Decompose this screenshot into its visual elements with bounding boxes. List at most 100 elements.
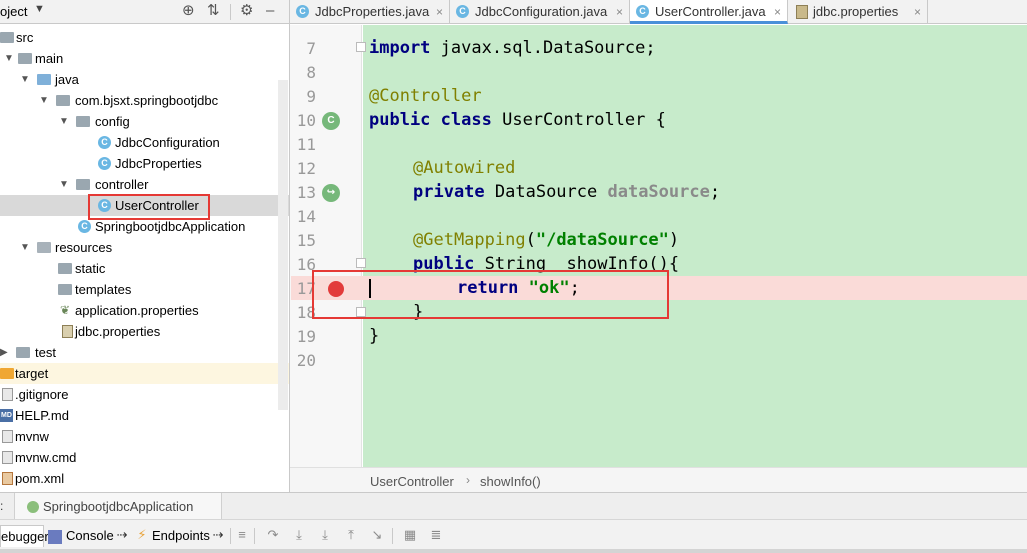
tree-item-usercontroller[interactable]: C UserController — [0, 195, 289, 216]
tree-item-target[interactable]: target — [0, 363, 289, 384]
line-number: 19 — [296, 327, 316, 346]
tree-item-main[interactable]: ▼ main — [0, 48, 289, 69]
autowired-bean-icon[interactable]: ↪ — [322, 184, 340, 202]
tree-item-label: src — [16, 30, 34, 45]
breadcrumb-class[interactable]: UserController — [370, 474, 454, 489]
line-number: 16 — [296, 255, 316, 274]
code-line: private DataSource dataSource; — [413, 180, 720, 204]
class-icon: C — [296, 5, 309, 18]
close-icon[interactable]: × — [436, 0, 443, 24]
code-token: String showInfo(){ — [474, 254, 680, 274]
menu-icon[interactable]: ≡ — [234, 526, 250, 544]
tree-item-label: pom.xml — [15, 471, 65, 486]
code-token: private — [413, 182, 485, 202]
chevron-down-icon[interactable]: ▼ — [59, 111, 69, 132]
tree-item-static[interactable]: static — [0, 258, 289, 279]
tree-item-label: resources — [55, 240, 113, 255]
step-into-icon[interactable]: ⤓ — [291, 526, 307, 544]
tree-item-mvnw[interactable]: mvnw — [0, 426, 289, 447]
tree-item-jdbcconfiguration[interactable]: C JdbcConfiguration — [0, 132, 289, 153]
fold-marker-icon[interactable] — [356, 258, 366, 268]
code-token: dataSource — [607, 182, 710, 202]
pin-arrow-icon[interactable]: ⇢ — [210, 526, 226, 544]
project-panel: oject ▼ ⊕ ⇅ ⚙ – src ▼ main ▼ java ▼ com.… — [0, 0, 290, 492]
chevron-down-icon[interactable]: ▼ — [4, 48, 14, 69]
step-out-icon[interactable]: ⤒ — [343, 526, 359, 544]
run-to-cursor-icon[interactable]: ↘ — [369, 526, 385, 544]
tree-item-mvnw-cmd[interactable]: mvnw.cmd — [0, 447, 289, 468]
tree-item-jdbc-properties[interactable]: jdbc.properties — [0, 321, 289, 342]
close-icon[interactable]: × — [914, 0, 921, 24]
tree-item-help-md[interactable]: MD HELP.md — [0, 405, 289, 426]
breakpoint-icon[interactable] — [328, 281, 344, 297]
close-icon[interactable]: × — [774, 0, 781, 24]
tab-debugger[interactable]: ebugger — [0, 525, 49, 547]
tree-item-label: JdbcProperties — [115, 156, 202, 171]
folder-icon — [16, 347, 30, 358]
code-token: return — [457, 278, 519, 298]
chevron-down-icon[interactable]: ▼ — [20, 237, 30, 258]
tree-item-pom-xml[interactable]: pom.xml — [0, 468, 289, 489]
trace-icon[interactable]: ≣ — [428, 526, 444, 544]
tab-jdbc-properties[interactable]: jdbc.properties × — [788, 0, 928, 24]
tree-item-label: java — [55, 72, 79, 87]
tree-item-label: JdbcConfiguration — [115, 135, 220, 150]
code-token: @Autowired — [413, 158, 516, 178]
folder-icon — [58, 284, 72, 295]
code-token: ) — [668, 230, 680, 250]
code-token: UserController { — [491, 110, 666, 130]
force-step-into-icon[interactable]: ⤓ — [317, 526, 333, 544]
tab-console[interactable]: Console — [66, 525, 114, 547]
step-over-icon[interactable]: ↷ — [265, 526, 281, 544]
evaluate-expression-icon[interactable]: ▦ — [402, 526, 418, 544]
spring-bean-icon[interactable]: C — [322, 112, 340, 130]
tree-item-gitignore[interactable]: .gitignore — [0, 384, 289, 405]
code-token: javax.sql.DataSource; — [430, 38, 656, 58]
tree-item-label: mvnw.cmd — [15, 450, 77, 465]
tree-item-resources[interactable]: ▼ resources — [0, 237, 289, 258]
code-token: } — [369, 326, 380, 346]
collapse-all-icon[interactable]: ⇅ — [207, 2, 220, 20]
tree-item-label: target — [15, 366, 49, 381]
tree-item-src[interactable]: src — [0, 27, 289, 48]
gear-icon[interactable]: ⚙ — [240, 2, 253, 20]
tab-usercontroller-java[interactable]: C UserController.java × — [630, 0, 788, 24]
chevron-down-icon[interactable]: ▼ — [34, 3, 45, 15]
crosshair-icon[interactable]: ⊕ — [182, 2, 195, 20]
project-panel-title[interactable]: oject — [0, 4, 27, 19]
package-icon — [56, 95, 70, 106]
minimize-icon[interactable]: – — [266, 2, 274, 20]
tree-item-controller[interactable]: ▼ controller — [0, 174, 289, 195]
close-icon[interactable]: × — [616, 0, 623, 24]
project-scrollbar[interactable] — [278, 80, 288, 410]
line-number: 13 — [296, 183, 316, 202]
chevron-right-icon[interactable]: ▶ — [0, 342, 10, 363]
tree-item-package[interactable]: ▼ com.bjsxt.springbootjdbc — [0, 90, 289, 111]
fold-marker-icon[interactable] — [356, 307, 366, 317]
properties-file-icon — [62, 325, 73, 338]
fold-marker-icon[interactable] — [356, 42, 366, 52]
tree-item-config[interactable]: ▼ config — [0, 111, 289, 132]
chevron-down-icon[interactable]: ▼ — [39, 90, 49, 111]
class-icon: C — [98, 136, 111, 149]
run-config-tab[interactable]: SpringbootjdbcApplication — [14, 493, 223, 520]
tab-label: JdbcProperties.java — [315, 4, 430, 19]
chevron-down-icon[interactable]: ▼ — [20, 69, 30, 90]
tab-jdbcconfiguration-java[interactable]: C JdbcConfiguration.java × — [450, 0, 630, 24]
tree-item-jdbcproperties[interactable]: C JdbcProperties — [0, 153, 289, 174]
tree-item-test[interactable]: ▶ test — [0, 342, 289, 363]
tab-endpoints[interactable]: Endpoints — [152, 525, 210, 547]
debug-toolbar: ebugger Console ⇢ ⚡ Endpoints ⇢ ≡ ↷ ⤓ ⤓ … — [0, 519, 1027, 549]
tree-item-application-properties[interactable]: ❦ application.properties — [0, 300, 289, 321]
line-number: 12 — [296, 159, 316, 178]
tree-item-templates[interactable]: templates — [0, 279, 289, 300]
tab-label: JdbcConfiguration.java — [475, 4, 608, 19]
breadcrumb-method[interactable]: showInfo() — [480, 474, 541, 489]
pin-arrow-icon[interactable]: ⇢ — [114, 526, 130, 544]
tree-item-label: templates — [75, 282, 132, 297]
tree-item-java[interactable]: ▼ java — [0, 69, 289, 90]
tree-item-springbootjdbcapplication[interactable]: C SpringbootjdbcApplication — [0, 216, 289, 237]
chevron-down-icon[interactable]: ▼ — [59, 174, 69, 195]
code-line: public class UserController { — [369, 108, 666, 132]
tab-jdbcproperties-java[interactable]: C JdbcProperties.java × — [290, 0, 450, 24]
